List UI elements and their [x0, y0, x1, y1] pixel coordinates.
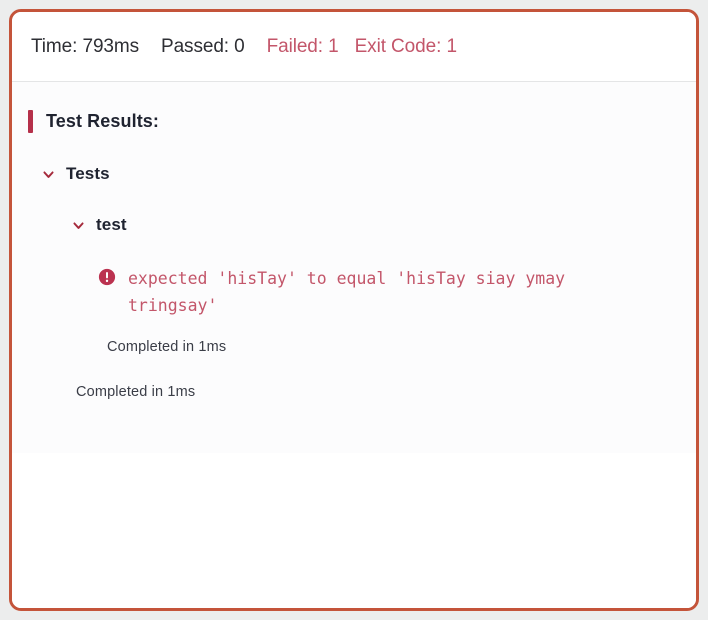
- results-content: Test Results: Tests test expected 'hisTa…: [12, 82, 696, 400]
- chevron-down-icon[interactable]: [42, 168, 55, 181]
- stat-exit-code: Exit Code: 1: [354, 36, 457, 57]
- page-title: Test Results:: [12, 110, 696, 133]
- tree-node-tests-label: Tests: [66, 164, 110, 183]
- tree-node-test[interactable]: test: [12, 214, 696, 236]
- tree-node-tests[interactable]: Tests: [12, 163, 696, 185]
- test-results-body: Test Results: Tests test expected 'hisTa…: [12, 82, 696, 608]
- chevron-down-icon[interactable]: [72, 219, 85, 232]
- completed-duration-test: Completed in 1ms: [107, 339, 227, 355]
- stat-failed: Failed: 1: [266, 36, 339, 57]
- error-exclamation-icon: [98, 268, 116, 286]
- test-error-row: expected 'hisTay' to equal 'hisTay siay …: [12, 265, 696, 319]
- test-results-panel: Time: 793ms Passed: 0 Failed: 1 Exit Cod…: [9, 9, 699, 611]
- stat-passed: Passed: 0: [161, 36, 245, 57]
- completed-duration-tests: Completed in 1ms: [76, 384, 196, 400]
- tree-node-test-label: test: [96, 215, 127, 234]
- stat-time: Time: 793ms: [31, 36, 140, 57]
- page-title-label: Test Results:: [46, 111, 159, 131]
- test-error-message: expected 'hisTay' to equal 'hisTay siay …: [128, 269, 576, 315]
- test-summary-bar: Time: 793ms Passed: 0 Failed: 1 Exit Cod…: [12, 12, 696, 82]
- heading-accent-bar: [28, 110, 33, 133]
